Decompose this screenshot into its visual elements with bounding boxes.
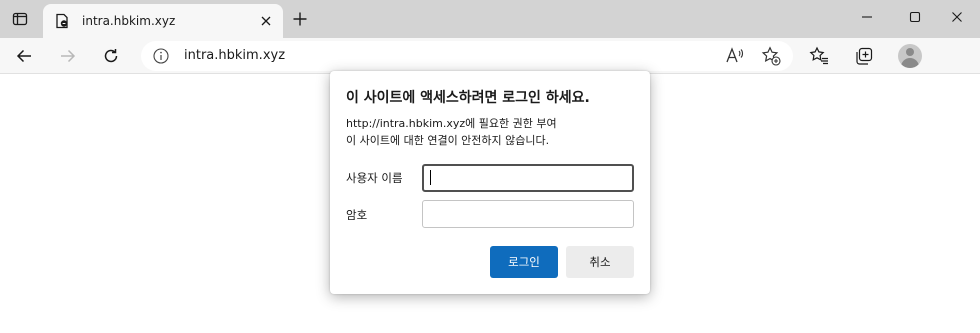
title-bar: intra.hbkim.xyz — [0, 0, 980, 38]
back-arrow-left-icon[interactable] — [11, 43, 37, 69]
avatar-body — [901, 58, 919, 68]
info-icon[interactable] — [153, 48, 169, 64]
favorites-icon[interactable] — [806, 43, 832, 69]
browser-tab[interactable]: intra.hbkim.xyz — [43, 4, 283, 38]
collections-icon[interactable] — [851, 43, 877, 69]
password-label: 암호 — [346, 208, 368, 222]
minimize-icon[interactable] — [844, 5, 890, 29]
username-field[interactable] — [422, 164, 634, 192]
avatar[interactable] — [898, 44, 922, 68]
maximize-icon[interactable] — [892, 5, 938, 29]
window-close-icon[interactable] — [934, 5, 980, 29]
text-caret — [430, 170, 431, 185]
browser-toolbar: intra.hbkim.xyz — [0, 38, 980, 74]
read-aloud-icon[interactable] — [724, 45, 746, 67]
dialog-message-line2: 이 사이트에 대한 연결이 안전하지 않습니다. — [346, 134, 550, 147]
cancel-button[interactable]: 취소 — [566, 246, 634, 278]
login-dialog: 이 사이트에 액세스하려면 로그인 하세요. http://intra.hbki… — [330, 71, 650, 294]
tab-close-icon[interactable] — [258, 13, 274, 29]
forward-arrow-right-icon[interactable] — [55, 43, 81, 69]
avatar-head — [906, 48, 914, 56]
star-plus-icon[interactable] — [760, 45, 782, 67]
username-label: 사용자 이름 — [346, 171, 403, 185]
address-url[interactable]: intra.hbkim.xyz — [184, 48, 285, 63]
dialog-title: 이 사이트에 액세스하려면 로그인 하세요. — [346, 90, 590, 106]
password-field[interactable] — [422, 200, 634, 228]
address-bar[interactable]: intra.hbkim.xyz — [141, 41, 793, 71]
page-favicon-icon — [54, 13, 70, 29]
new-tab-plus-icon[interactable] — [290, 9, 310, 29]
login-button[interactable]: 로그인 — [490, 246, 558, 278]
refresh-icon[interactable] — [98, 43, 124, 69]
tab-actions-icon[interactable] — [10, 9, 30, 29]
dialog-message-line1: http://intra.hbkim.xyz에 필요한 권한 부여 — [346, 117, 557, 130]
tab-title: intra.hbkim.xyz — [82, 14, 176, 28]
